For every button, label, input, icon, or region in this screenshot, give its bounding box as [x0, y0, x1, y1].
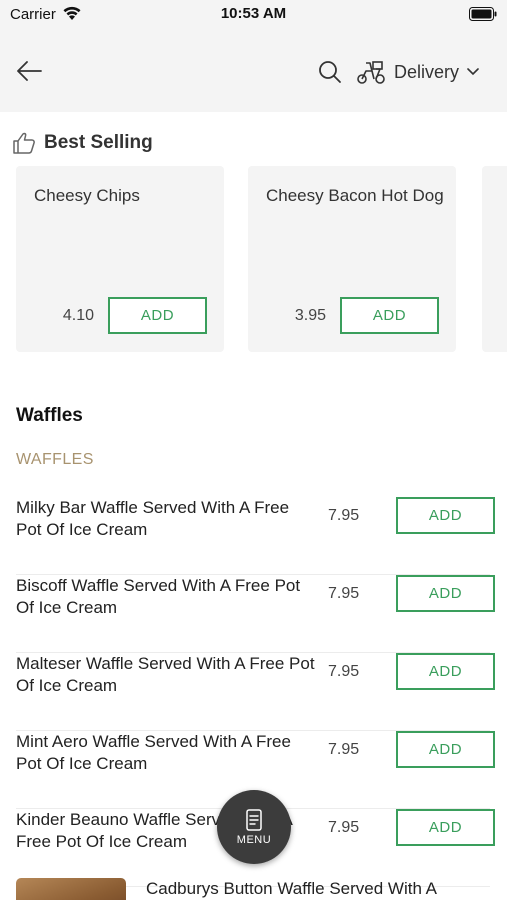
add-button[interactable]: ADD [396, 497, 495, 534]
item-price: 7.95 [328, 663, 360, 680]
add-button[interactable]: ADD [396, 809, 495, 846]
product-price: 3.95 [294, 307, 326, 324]
top-nav-bar: Delivery [0, 30, 507, 112]
list-item[interactable]: Malteser Waffle Served With A Free Pot O… [16, 653, 495, 731]
battery-icon [469, 7, 497, 21]
status-time: 10:53 AM [220, 5, 287, 22]
product-name: Cheesy Chips [34, 186, 140, 205]
status-bar: Carrier 10:53 AM [0, 0, 507, 30]
item-name: Cadburys Button Waffle Served With A [146, 879, 438, 898]
delivery-selector[interactable]: Delivery [356, 56, 479, 88]
add-button[interactable]: ADD [108, 297, 207, 334]
menu-button-label: MENU [236, 833, 272, 846]
thumbs-up-icon [13, 132, 35, 154]
product-name: Cheesy Bacon Hot Dog [266, 186, 444, 205]
scooter-icon [357, 61, 385, 84]
list-item[interactable]: Biscoff Waffle Served With A Free Pot Of… [16, 575, 495, 653]
item-price: 7.95 [328, 741, 360, 758]
add-button[interactable]: ADD [396, 575, 495, 612]
delivery-label: Delivery [394, 61, 460, 82]
item-name: Milky Bar Waffle Served With A Free Pot … [16, 498, 290, 539]
back-arrow-icon [17, 61, 42, 81]
menu-card-icon [246, 808, 262, 831]
item-name: Biscoff Waffle Served With A Free Pot Of… [16, 576, 301, 617]
add-button[interactable]: ADD [340, 297, 439, 334]
list-item[interactable]: Cadburys Button Waffle Served With A [16, 878, 507, 900]
list-item[interactable]: Milky Bar Waffle Served With A Free Pot … [16, 497, 495, 575]
menu-button[interactable]: MENU [217, 790, 291, 864]
item-price: 7.95 [328, 507, 360, 524]
best-selling-header: Best Selling [12, 128, 153, 158]
item-price: 7.95 [328, 819, 360, 836]
category-subtitle: WAFFLES [16, 451, 94, 468]
category-title: Waffles [16, 405, 83, 426]
product-card[interactable]: Cheesy Chips 4.10 ADD [16, 166, 224, 352]
product-card[interactable]: Cheesy Bacon Hot Dog 3.95 ADD [248, 166, 456, 352]
product-price: 4.10 [62, 307, 94, 324]
best-selling-carousel[interactable]: Cheesy Chips 4.10 ADD Cheesy Bacon Hot D… [16, 166, 507, 354]
product-card-partial[interactable] [482, 166, 507, 352]
chevron-down-icon [467, 68, 479, 76]
search-icon[interactable] [316, 58, 344, 86]
add-button[interactable]: ADD [396, 731, 495, 768]
best-selling-title: Best Selling [44, 132, 153, 153]
item-thumbnail [16, 878, 126, 900]
item-name: Malteser Waffle Served With A Free Pot O… [16, 654, 315, 695]
item-price: 7.95 [328, 585, 360, 602]
back-button[interactable] [12, 54, 46, 88]
add-button[interactable]: ADD [396, 653, 495, 690]
item-name: Mint Aero Waffle Served With A Free Pot … [16, 732, 291, 773]
